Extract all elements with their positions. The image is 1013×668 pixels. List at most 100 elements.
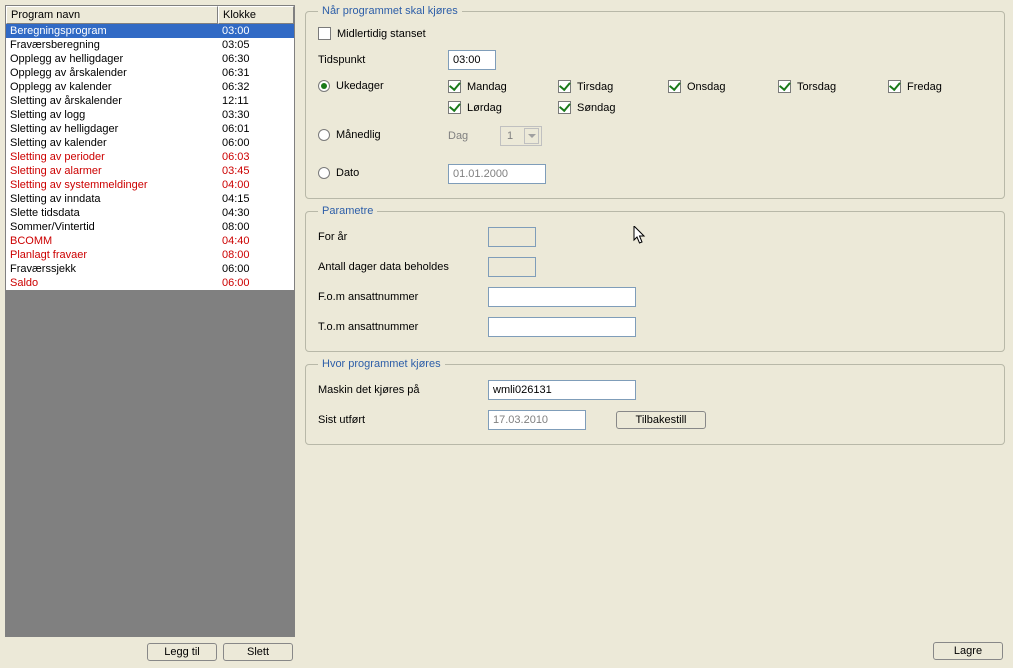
day-sun-checkbox[interactable]: Søndag <box>558 101 628 114</box>
table-row[interactable]: BCOMM04:40 <box>6 234 294 248</box>
cell-time: 06:01 <box>218 122 294 136</box>
params-group: Parametre For år Antall dager data behol… <box>305 205 1005 352</box>
cell-time: 06:32 <box>218 80 294 94</box>
cell-program-name: Sommer/Vintertid <box>6 220 218 234</box>
cell-program-name: BCOMM <box>6 234 218 248</box>
run-legend: Hvor programmet kjøres <box>318 358 445 370</box>
table-row[interactable]: Sletting av helligdager06:01 <box>6 122 294 136</box>
cell-program-name: Fraværsberegning <box>6 38 218 52</box>
col-header-time[interactable]: Klokke <box>218 6 294 24</box>
delete-button[interactable]: Slett <box>223 643 293 661</box>
radio-icon <box>318 129 330 141</box>
day-mon-checkbox[interactable]: Mandag <box>448 80 518 93</box>
paused-checkbox[interactable]: Midlertidig stanset <box>318 27 426 40</box>
cell-program-name: Opplegg av årskalender <box>6 66 218 80</box>
cell-time: 03:45 <box>218 164 294 178</box>
params-legend: Parametre <box>318 205 377 217</box>
checkbox-icon <box>668 80 681 93</box>
day-fri-checkbox[interactable]: Fredag <box>888 80 958 93</box>
weekdays-radio[interactable]: Ukedager <box>318 80 384 92</box>
last-run-input <box>488 410 586 430</box>
table-row[interactable]: Sletting av systemmeldinger04:00 <box>6 178 294 192</box>
date-input <box>448 164 546 184</box>
emp-from-input[interactable] <box>488 287 636 307</box>
day-thu-label: Torsdag <box>797 81 836 93</box>
table-row[interactable]: Slette tidsdata04:30 <box>6 206 294 220</box>
table-row[interactable]: Sletting av kalender06:00 <box>6 136 294 150</box>
cell-program-name: Opplegg av kalender <box>6 80 218 94</box>
cell-program-name: Sletting av logg <box>6 108 218 122</box>
cell-time: 12:11 <box>218 94 294 108</box>
table-row[interactable]: Opplegg av helligdager06:30 <box>6 52 294 66</box>
table-row[interactable]: Saldo06:00 <box>6 276 294 290</box>
for-year-input <box>488 227 536 247</box>
cell-time: 06:30 <box>218 52 294 66</box>
cell-program-name: Sletting av kalender <box>6 136 218 150</box>
cell-program-name: Slette tidsdata <box>6 206 218 220</box>
cell-program-name: Sletting av årskalender <box>6 94 218 108</box>
save-button[interactable]: Lagre <box>933 642 1003 660</box>
table-row[interactable]: Sletting av logg03:30 <box>6 108 294 122</box>
cell-program-name: Sletting av inndata <box>6 192 218 206</box>
table-row[interactable]: Fraværsberegning03:05 <box>6 38 294 52</box>
table-row[interactable]: Sletting av inndata04:15 <box>6 192 294 206</box>
checkbox-icon <box>448 101 461 114</box>
checkbox-icon <box>448 80 461 93</box>
monthly-day-select: 1 <box>500 126 542 146</box>
day-sat-checkbox[interactable]: Lørdag <box>448 101 518 114</box>
day-fri-label: Fredag <box>907 81 942 93</box>
cell-program-name: Sletting av alarmer <box>6 164 218 178</box>
cell-time: 06:00 <box>218 262 294 276</box>
table-row[interactable]: Opplegg av årskalender06:31 <box>6 66 294 80</box>
checkbox-icon <box>318 27 331 40</box>
time-label: Tidspunkt <box>318 54 448 66</box>
time-input[interactable] <box>448 50 496 70</box>
table-row[interactable]: Planlagt fravaer08:00 <box>6 248 294 262</box>
monthly-radio[interactable]: Månedlig <box>318 129 381 141</box>
cell-time: 04:00 <box>218 178 294 192</box>
add-button[interactable]: Legg til <box>147 643 217 661</box>
machine-input[interactable] <box>488 380 636 400</box>
monthly-radio-label: Månedlig <box>336 129 381 141</box>
day-sat-label: Lørdag <box>467 102 502 114</box>
schedule-group: Når programmet skal kjøres Midlertidig s… <box>305 5 1005 199</box>
table-row[interactable]: Beregningsprogram03:00 <box>6 24 294 38</box>
schedule-legend: Når programmet skal kjøres <box>318 5 462 17</box>
cell-program-name: Saldo <box>6 276 218 290</box>
weekdays-radio-label: Ukedager <box>336 80 384 92</box>
table-row[interactable]: Sommer/Vintertid08:00 <box>6 220 294 234</box>
emp-from-label: F.o.m ansattnummer <box>318 291 488 303</box>
emp-to-label: T.o.m ansattnummer <box>318 321 488 333</box>
cell-program-name: Sletting av helligdager <box>6 122 218 136</box>
cell-time: 04:15 <box>218 192 294 206</box>
day-wed-label: Onsdag <box>687 81 726 93</box>
cell-time: 06:00 <box>218 276 294 290</box>
cell-time: 04:30 <box>218 206 294 220</box>
keep-days-label: Antall dager data beholdes <box>318 261 488 273</box>
cell-time: 03:00 <box>218 24 294 38</box>
cell-program-name: Opplegg av helligdager <box>6 52 218 66</box>
day-sun-label: Søndag <box>577 102 616 114</box>
keep-days-input <box>488 257 536 277</box>
day-mon-label: Mandag <box>467 81 507 93</box>
table-row[interactable]: Opplegg av kalender06:32 <box>6 80 294 94</box>
table-row[interactable]: Sletting av årskalender12:11 <box>6 94 294 108</box>
table-row[interactable]: Sletting av alarmer03:45 <box>6 164 294 178</box>
table-row[interactable]: Fraværssjekk06:00 <box>6 262 294 276</box>
date-radio[interactable]: Dato <box>318 167 359 179</box>
day-thu-checkbox[interactable]: Torsdag <box>778 80 848 93</box>
day-tue-checkbox[interactable]: Tirsdag <box>558 80 628 93</box>
radio-icon <box>318 80 330 92</box>
col-header-program[interactable]: Program navn <box>6 6 218 24</box>
cell-program-name: Sletting av perioder <box>6 150 218 164</box>
cell-program-name: Fraværssjekk <box>6 262 218 276</box>
cell-time: 08:00 <box>218 220 294 234</box>
checkbox-icon <box>778 80 791 93</box>
machine-label: Maskin det kjøres på <box>318 384 488 396</box>
for-year-label: For år <box>318 231 488 243</box>
reset-button[interactable]: Tilbakestill <box>616 411 706 429</box>
day-wed-checkbox[interactable]: Onsdag <box>668 80 738 93</box>
paused-label: Midlertidig stanset <box>337 28 426 40</box>
emp-to-input[interactable] <box>488 317 636 337</box>
table-row[interactable]: Sletting av perioder06:03 <box>6 150 294 164</box>
